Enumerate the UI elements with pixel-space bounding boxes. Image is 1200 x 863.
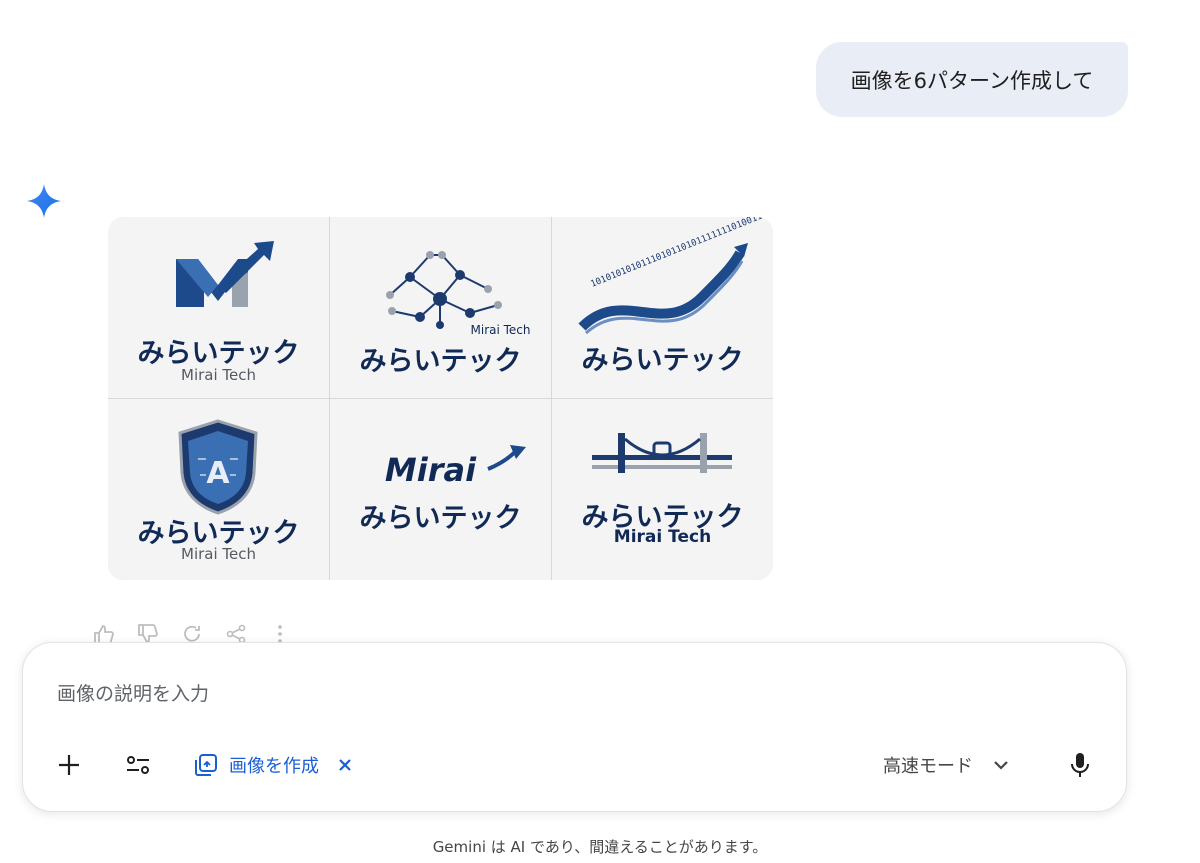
tune-icon — [127, 756, 149, 774]
create-image-chip[interactable]: 画像を作成 — [193, 749, 355, 781]
logo-title-jp: みらいテック — [581, 345, 744, 376]
generated-image-5[interactable]: Mirai みらいテック — [330, 399, 551, 580]
tools-button[interactable] — [123, 749, 153, 781]
generated-images-grid[interactable]: みらいテック Mirai Tech Mirai Tech みらいテック 1010… — [108, 217, 773, 580]
bridge-logo-icon — [592, 433, 732, 473]
logo-title-jp: みらいテック — [359, 503, 522, 534]
mic-icon — [1071, 753, 1089, 777]
logo-wordmark: Mirai — [384, 451, 477, 489]
generated-image-3[interactable]: 1010101010111010110101111111010011 みらいテッ… — [552, 217, 773, 398]
user-message-bubble: 画像を6パターン作成して — [816, 42, 1128, 117]
generated-image-6[interactable]: みらいテック Mirai Tech — [552, 399, 773, 580]
arrow-swoosh-icon — [487, 445, 526, 471]
svg-text:A: A — [206, 456, 230, 491]
mode-selector[interactable]: 高速モード — [883, 749, 1011, 781]
chevron-down-icon — [994, 761, 1008, 770]
generated-image-1[interactable]: みらいテック Mirai Tech — [108, 217, 329, 398]
mode-label: 高速モード — [883, 756, 973, 777]
disclaimer-text: Gemini は AI であり、間違えることがあります。 — [432, 838, 768, 856]
logo-title-jp: みらいテック — [359, 346, 522, 377]
generated-image-4[interactable]: A みらいテック Mirai Tech — [108, 399, 329, 580]
user-message-text: 画像を6パターン作成して — [850, 68, 1094, 93]
thumbs-up-icon[interactable] — [92, 624, 116, 644]
response-actions — [92, 624, 292, 644]
create-image-label: 画像を作成 — [229, 756, 319, 777]
logo-title-en: Mirai Tech — [181, 545, 256, 563]
logo-title-en: Mirai Tech — [181, 366, 256, 384]
image-create-icon — [195, 754, 217, 776]
share-icon[interactable] — [224, 624, 248, 644]
prompt-composer[interactable]: 画像の説明を入力 画像を作成 高速モード — [22, 642, 1127, 812]
regenerate-icon[interactable] — [180, 624, 204, 644]
close-icon[interactable] — [335, 755, 355, 775]
logo-title-en: Mirai Tech — [470, 323, 531, 337]
thumbs-down-icon[interactable] — [136, 624, 160, 644]
mic-button[interactable] — [1069, 749, 1091, 781]
plus-icon — [59, 755, 79, 775]
generated-image-2[interactable]: Mirai Tech みらいテック — [330, 217, 551, 398]
sparkle-icon — [27, 184, 61, 218]
add-button[interactable] — [55, 749, 83, 781]
prompt-input[interactable]: 画像の説明を入力 — [57, 679, 209, 706]
logo-title-jp: みらいテック — [137, 338, 300, 369]
logo-title-en: Mirai Tech — [613, 527, 712, 547]
more-icon[interactable] — [268, 624, 292, 644]
